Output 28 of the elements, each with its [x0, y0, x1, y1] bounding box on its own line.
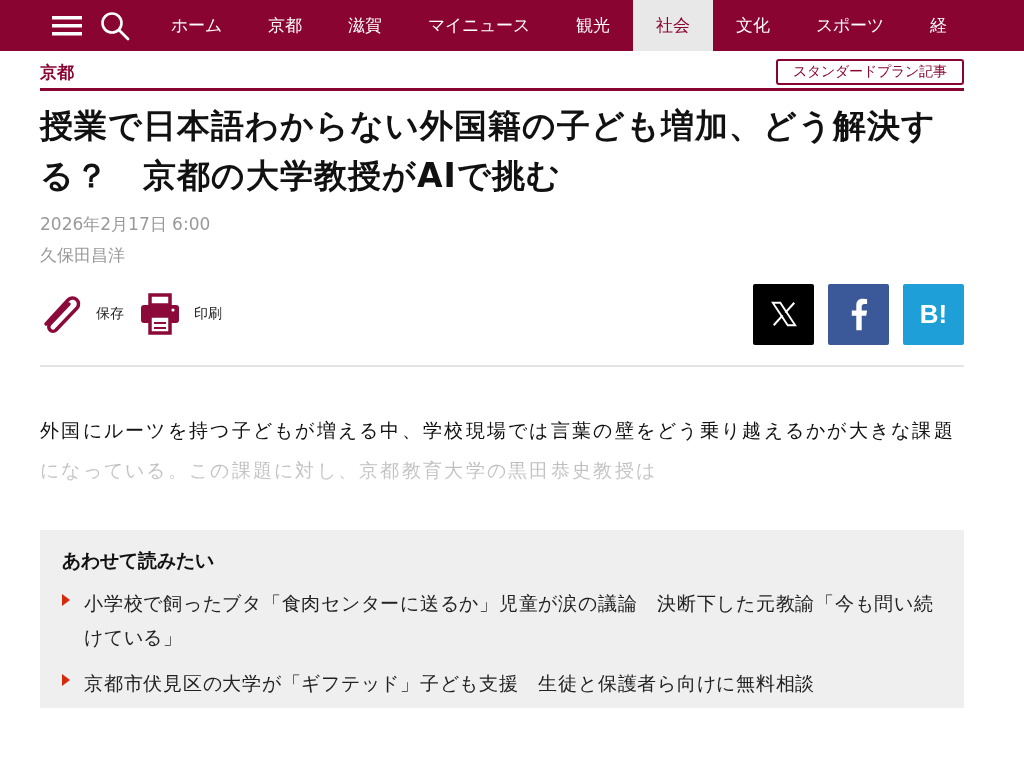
save-link[interactable]: 保存	[96, 305, 124, 323]
nav-tab[interactable]: 経	[907, 0, 970, 51]
menu-icon[interactable]	[52, 14, 82, 37]
related-heading: あわせて読みたい	[62, 548, 215, 573]
nav-tab[interactable]: 京都	[245, 0, 325, 51]
triangle-bullet-icon	[62, 674, 70, 686]
plan-badge: スタンダードプラン記事	[776, 59, 964, 85]
related-article-link[interactable]: 京都市伏見区の大学が「ギフテッド」子ども支援 生徒と保護者ら向けに無料相談	[84, 666, 816, 700]
facebook-share-button[interactable]	[828, 283, 889, 345]
nav-tab[interactable]: ホーム	[148, 0, 245, 51]
related-article-link[interactable]: 小学校で飼ったブタ「食肉センターに送るか」児童が涙の議論 決断下した元教諭「今も問い続けている」	[84, 586, 942, 654]
article-title: 授業で日本語わからない外国籍の子ども増加、どう解決する？ 京都の大学教授がAIで挑む	[40, 105, 937, 197]
nav-tab[interactable]: 文化	[713, 0, 793, 51]
nav-tab[interactable]: スポーツ	[793, 0, 907, 51]
triangle-bullet-icon	[62, 594, 70, 606]
nav-tab[interactable]: 観光	[553, 0, 633, 51]
nav-tab[interactable]: マイニュース	[405, 0, 553, 51]
x-logo-icon	[769, 300, 798, 328]
search-icon[interactable]	[100, 10, 130, 41]
author-name: 久保田昌洋	[40, 244, 126, 267]
nav-tab[interactable]: 社会	[633, 0, 713, 51]
facebook-logo-icon	[849, 297, 868, 331]
printer-icon[interactable]	[138, 292, 182, 336]
category-link[interactable]: 京都	[40, 60, 74, 84]
publish-date: 2026年2月17日 6:00	[40, 213, 212, 236]
nav-tab[interactable]: 滋賀	[325, 0, 405, 51]
x-share-button[interactable]	[753, 283, 814, 345]
print-link[interactable]: 印刷	[194, 305, 222, 323]
